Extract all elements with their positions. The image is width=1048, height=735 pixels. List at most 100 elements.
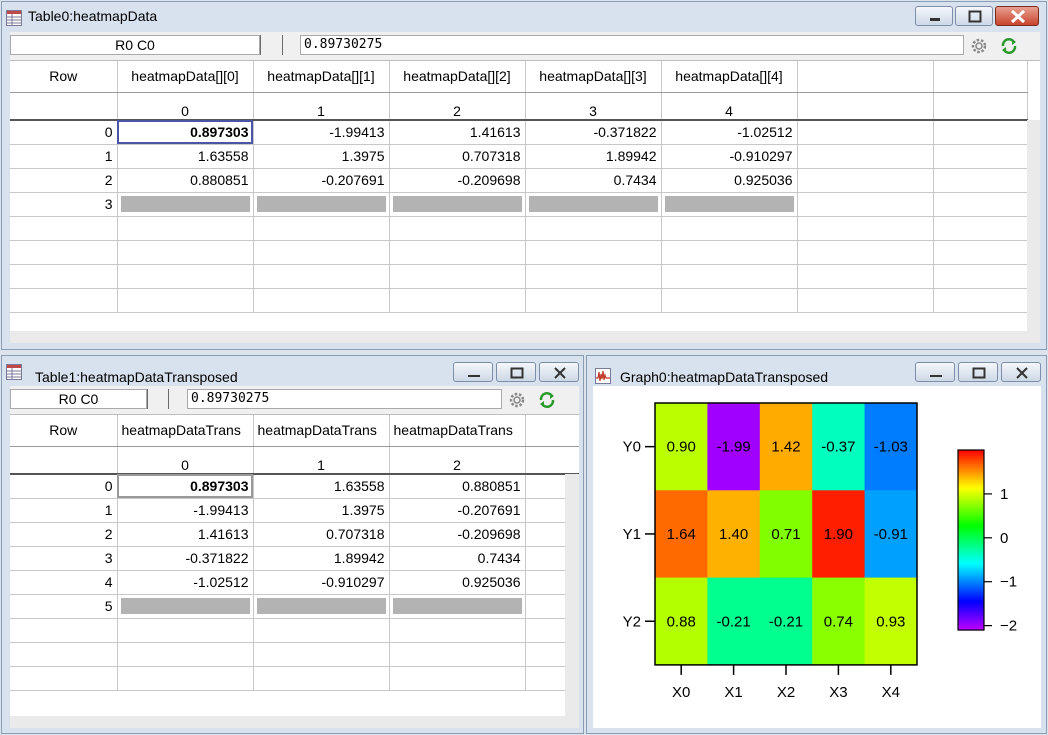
table-cell[interactable]: 0.880851 <box>117 168 254 193</box>
table-cell[interactable]: -0.910297 <box>253 570 390 595</box>
column-header[interactable]: heatmapData[][2] <box>389 61 526 93</box>
column-header[interactable]: heatmapData[][3] <box>525 61 662 93</box>
table0-titlebar[interactable]: Table0:heatmapData <box>2 2 1046 32</box>
value-entry-field[interactable]: 0.89730275 <box>300 35 964 55</box>
maximize-button[interactable] <box>955 6 993 26</box>
table-cell[interactable]: 0.707318 <box>389 144 526 169</box>
new-row-cell[interactable] <box>117 192 254 217</box>
horizontal-scrollbar[interactable] <box>10 331 1040 343</box>
table-cell[interactable]: 0.925036 <box>389 570 526 595</box>
table-cell[interactable]: -0.209698 <box>389 522 526 547</box>
table-cell[interactable]: -1.99413 <box>117 498 254 523</box>
empty-cell[interactable] <box>933 264 1028 289</box>
table-cell[interactable]: -0.910297 <box>661 144 798 169</box>
table-cell[interactable]: 1.41613 <box>389 120 526 145</box>
empty-cell[interactable] <box>117 288 254 313</box>
table-cell[interactable]: -1.02512 <box>661 120 798 145</box>
refresh-icon[interactable] <box>538 391 556 409</box>
new-row-cell[interactable] <box>253 192 390 217</box>
table-cell[interactable]: 0.7434 <box>525 168 662 193</box>
empty-cell[interactable] <box>253 240 390 265</box>
table-cell[interactable]: 0.707318 <box>253 522 390 547</box>
empty-cell[interactable] <box>661 288 798 313</box>
empty-cell[interactable] <box>253 216 390 241</box>
vertical-scrollbar[interactable] <box>565 474 579 716</box>
new-row-cell[interactable] <box>389 192 526 217</box>
empty-cell[interactable] <box>933 216 1028 241</box>
gear-icon[interactable] <box>508 391 526 409</box>
table-cell[interactable]: 0.925036 <box>661 168 798 193</box>
new-row-cell[interactable] <box>389 594 526 619</box>
table-cell[interactable]: 1.3975 <box>253 144 390 169</box>
empty-cell[interactable] <box>253 288 390 313</box>
column-header[interactable]: heatmapDataTrans <box>117 415 254 447</box>
new-row-cell[interactable] <box>117 594 254 619</box>
empty-cell[interactable] <box>797 288 934 313</box>
empty-cell[interactable] <box>933 288 1028 313</box>
empty-cell[interactable] <box>525 264 662 289</box>
empty-cell[interactable] <box>389 216 526 241</box>
empty-cell[interactable] <box>253 264 390 289</box>
empty-cell[interactable] <box>253 642 390 667</box>
empty-cell[interactable] <box>797 168 934 193</box>
close-button[interactable] <box>995 6 1039 26</box>
empty-cell[interactable] <box>117 240 254 265</box>
table-cell[interactable]: 1.89942 <box>253 546 390 571</box>
empty-cell[interactable] <box>661 264 798 289</box>
table-cell[interactable]: -0.209698 <box>389 168 526 193</box>
empty-cell[interactable] <box>797 240 934 265</box>
empty-cell[interactable] <box>933 120 1028 145</box>
empty-cell[interactable] <box>661 216 798 241</box>
new-row-cell[interactable] <box>661 192 798 217</box>
table-cell[interactable]: -0.207691 <box>253 168 390 193</box>
table1-titlebar[interactable]: Table1:heatmapDataTransposed <box>2 356 583 386</box>
value-entry-field[interactable]: 0.89730275 <box>187 389 502 409</box>
graph0-titlebar[interactable]: Graph0:heatmapDataTransposed <box>587 356 1046 386</box>
vertical-scrollbar[interactable] <box>1027 120 1040 331</box>
empty-cell[interactable] <box>525 240 662 265</box>
empty-cell[interactable] <box>117 216 254 241</box>
empty-cell[interactable] <box>253 618 390 643</box>
table-cell[interactable]: -1.02512 <box>117 570 254 595</box>
empty-cell[interactable] <box>389 618 526 643</box>
empty-cell[interactable] <box>933 192 1028 217</box>
column-header[interactable]: heatmapData[][0] <box>117 61 254 93</box>
empty-cell[interactable] <box>389 288 526 313</box>
empty-cell[interactable] <box>389 240 526 265</box>
graph-area[interactable]: 0.90 -1.99 1.42 -0.37 -1.03 1.64 1.40 0.71 1.90 -… <box>593 386 1041 728</box>
empty-cell[interactable] <box>933 144 1028 169</box>
empty-cell[interactable] <box>933 240 1028 265</box>
empty-cell[interactable] <box>797 264 934 289</box>
empty-cell[interactable] <box>797 216 934 241</box>
new-row-cell[interactable] <box>525 192 662 217</box>
table-cell[interactable]: 1.41613 <box>117 522 254 547</box>
empty-cell[interactable] <box>117 264 254 289</box>
table-cell[interactable]: 1.3975 <box>253 498 390 523</box>
minimize-button[interactable] <box>453 362 493 382</box>
empty-cell[interactable] <box>253 666 390 691</box>
minimize-button[interactable] <box>915 362 955 382</box>
maximize-button[interactable] <box>958 362 998 382</box>
column-header[interactable]: heatmapData[][1] <box>253 61 390 93</box>
column-header[interactable]: heatmapDataTrans <box>389 415 526 447</box>
column-header[interactable]: heatmapData[][4] <box>661 61 798 93</box>
refresh-icon[interactable] <box>1000 37 1018 55</box>
empty-cell[interactable] <box>797 192 934 217</box>
table-cell[interactable]: 1.63558 <box>117 144 254 169</box>
empty-cell[interactable] <box>389 666 526 691</box>
table-cell[interactable]: 1.63558 <box>253 474 390 499</box>
table-cell[interactable]: 0.7434 <box>389 546 526 571</box>
maximize-button[interactable] <box>496 362 536 382</box>
table-cell[interactable]: 1.89942 <box>525 144 662 169</box>
gear-icon[interactable] <box>970 37 988 55</box>
empty-cell[interactable] <box>389 642 526 667</box>
table-cell[interactable]: -0.371822 <box>117 546 254 571</box>
empty-cell[interactable] <box>117 666 254 691</box>
empty-cell[interactable] <box>389 264 526 289</box>
column-header[interactable]: heatmapDataTrans <box>253 415 390 447</box>
empty-cell[interactable] <box>525 288 662 313</box>
close-button[interactable] <box>1001 362 1041 382</box>
table-cell[interactable]: -0.371822 <box>525 120 662 145</box>
table-cell-selected[interactable]: 0.897303 <box>117 474 254 499</box>
minimize-button[interactable] <box>915 6 953 26</box>
